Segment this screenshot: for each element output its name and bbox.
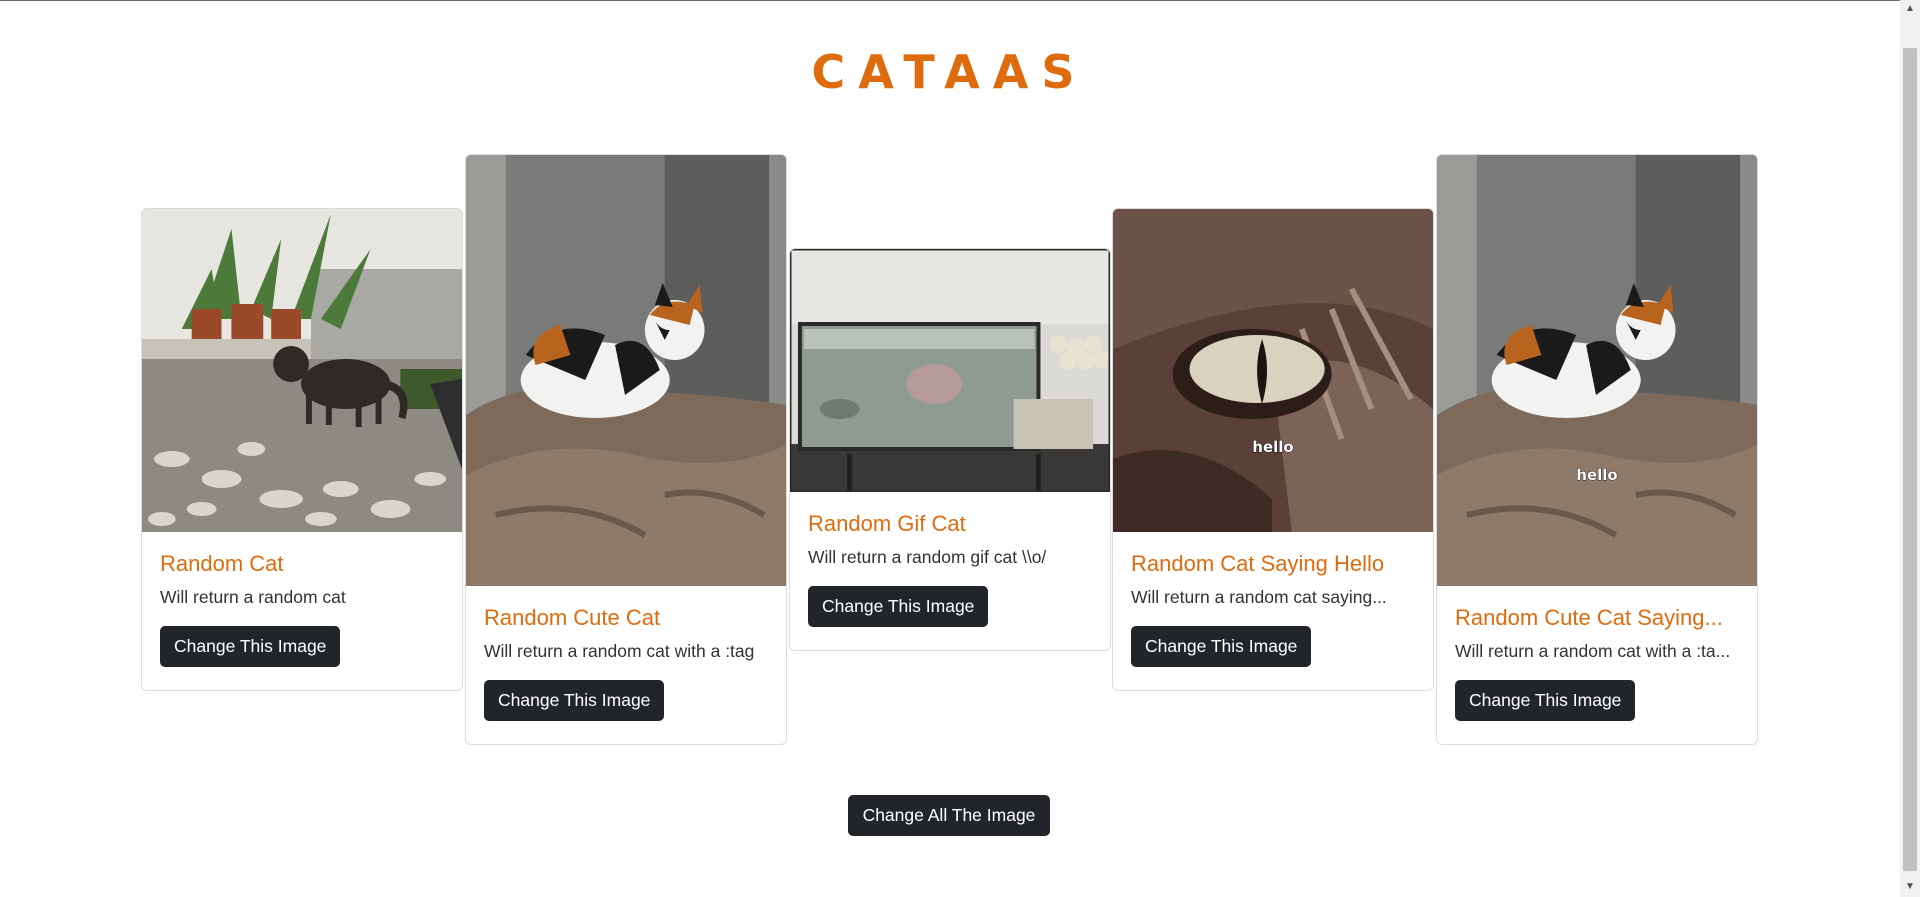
vertical-scrollbar[interactable]: ▲ ▼ [1900,0,1920,897]
card-random-gif-cat: Random Gif Cat Will return a random gif … [789,248,1111,651]
page-title: CATAAS [811,45,1088,99]
card-description: Will return a random cat [160,587,346,607]
change-image-button[interactable]: Change This Image [808,586,989,627]
card-title: Random Cat Saying Hello [1131,551,1385,576]
card-image [142,209,462,532]
card-random-cute-cat: Random Cute Cat Will return a random cat… [465,154,787,745]
card-random-cat-saying-hello: hello Random Cat Saying Hello Will retur… [1112,208,1434,691]
overlay-caption: hello [1252,438,1293,456]
change-all-images-button[interactable]: Change All The Image [848,795,1050,836]
cat-photo-icon [142,209,462,532]
scroll-down-icon[interactable]: ▼ [1905,882,1915,892]
card-image: hello [1113,209,1433,532]
card-description: Will return a random gif cat \\o/ [808,547,1047,567]
cat-eye-photo-icon: hello [1113,209,1433,532]
change-image-button[interactable]: Change This Image [484,680,665,721]
card-description: Will return a random cat with a :ta... [1455,641,1731,661]
card-image: hello [1437,155,1757,586]
card-title: Random Gif Cat [808,511,966,536]
change-image-button[interactable]: Change This Image [1131,626,1312,667]
scroll-up-icon[interactable]: ▲ [1905,4,1915,14]
top-border [0,0,1920,1]
cat-photo-icon [466,155,786,586]
change-image-button[interactable]: Change This Image [160,626,341,667]
card-description: Will return a random cat with a :tag [484,641,755,661]
change-image-button[interactable]: Change This Image [1455,680,1636,721]
card-description: Will return a random cat saying... [1131,587,1387,607]
card-image [466,155,786,586]
cat-photo-icon: hello [1437,155,1757,586]
overlay-caption: hello [1576,466,1617,484]
card-title: Random Cute Cat [484,605,661,630]
gif-photo-icon [790,249,1110,492]
card-random-cute-cat-saying: hello Random Cute Cat Saying... Will ret… [1436,154,1758,745]
card-title: Random Cat [160,551,284,576]
scrollbar-thumb[interactable] [1903,48,1917,871]
card-image [790,249,1110,492]
card-random-cat: Random Cat Will return a random cat Chan… [141,208,463,691]
card-title: Random Cute Cat Saying... [1455,605,1723,630]
